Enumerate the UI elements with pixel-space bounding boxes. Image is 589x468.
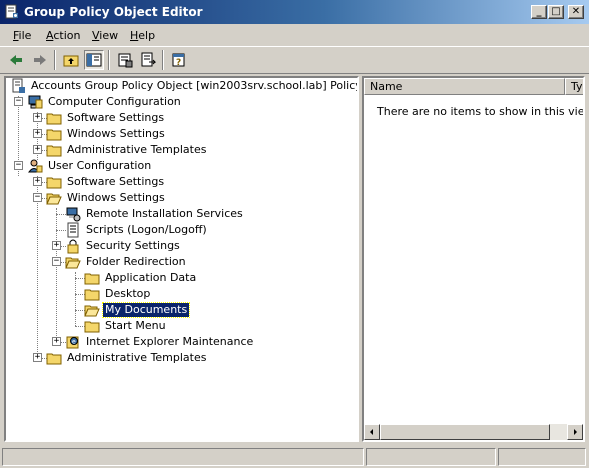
properties-icon bbox=[118, 53, 133, 68]
folder-icon bbox=[46, 129, 62, 141]
column-header-name[interactable]: Name bbox=[364, 78, 565, 95]
up-folder-icon bbox=[63, 55, 79, 67]
tree-internet-explorer-maintenance[interactable]: e Internet Explorer Maintenance bbox=[65, 334, 255, 350]
forward-button[interactable] bbox=[30, 50, 50, 70]
tree-uc-administrative-templates[interactable]: Administrative Templates bbox=[46, 350, 209, 366]
collapse-toggle[interactable]: − bbox=[33, 193, 42, 202]
tree-application-data[interactable]: Application Data bbox=[84, 270, 198, 286]
toolbar-separator bbox=[54, 50, 56, 70]
security-lock-icon bbox=[67, 239, 79, 254]
scroll-thumb[interactable] bbox=[380, 424, 550, 440]
export-list-button[interactable] bbox=[138, 50, 158, 70]
expand-toggle[interactable]: + bbox=[33, 113, 42, 122]
tree-remote-installation-services[interactable]: Remote Installation Services bbox=[65, 206, 245, 222]
tree-my-documents[interactable]: My Documents bbox=[84, 302, 191, 318]
folder-icon bbox=[84, 273, 100, 285]
tree-uc-windows-settings[interactable]: Windows Settings bbox=[46, 190, 167, 206]
collapse-toggle[interactable]: − bbox=[52, 257, 61, 266]
menu-action[interactable]: Action bbox=[46, 29, 80, 42]
column-header-type[interactable]: Ty bbox=[565, 78, 583, 95]
tree-cc-administrative-templates[interactable]: Administrative Templates bbox=[46, 142, 209, 158]
forward-arrow-icon bbox=[34, 55, 46, 65]
expand-toggle[interactable]: + bbox=[52, 337, 61, 346]
expand-toggle[interactable]: + bbox=[33, 129, 42, 138]
export-list-icon bbox=[141, 52, 156, 67]
arrow-right-icon bbox=[574, 429, 577, 435]
open-folder-icon bbox=[84, 305, 100, 317]
up-one-level-button[interactable] bbox=[61, 50, 81, 70]
policy-scroll-icon bbox=[12, 78, 25, 93]
tree-root-policy[interactable]: Accounts Group Policy Object [win2003srv… bbox=[10, 78, 357, 94]
folder-icon bbox=[84, 289, 100, 301]
gpo-editor-icon[interactable] bbox=[4, 4, 20, 20]
svg-text:e: e bbox=[72, 339, 76, 346]
menu-file[interactable]: File bbox=[13, 29, 31, 42]
console-tree[interactable]: − + + + − + − + − + + Accounts Group Pol… bbox=[4, 76, 359, 442]
folder-icon bbox=[46, 353, 62, 365]
tree-cc-windows-settings[interactable]: Windows Settings bbox=[46, 126, 167, 142]
tree-scripts-logon-logoff[interactable]: Scripts (Logon/Logoff) bbox=[65, 222, 209, 238]
folder-icon bbox=[46, 113, 62, 125]
tree-computer-configuration[interactable]: Computer Configuration bbox=[27, 94, 183, 110]
title-bar[interactable]: Group Policy Object Editor _ □ ✕ bbox=[0, 0, 589, 24]
tree-cc-software-settings[interactable]: Software Settings bbox=[46, 110, 166, 126]
show-hide-console-tree-button[interactable] bbox=[84, 50, 104, 70]
status-panel-3 bbox=[498, 448, 586, 466]
tree-folder-redirection[interactable]: Folder Redirection bbox=[65, 254, 188, 270]
expand-toggle[interactable]: + bbox=[33, 353, 42, 362]
open-folder-icon bbox=[46, 193, 62, 205]
horizontal-scrollbar[interactable] bbox=[364, 424, 583, 440]
svg-text:?: ? bbox=[176, 58, 181, 68]
expand-toggle[interactable]: + bbox=[33, 145, 42, 154]
tree-desktop[interactable]: Desktop bbox=[84, 286, 152, 302]
menu-bar: File Action View Help bbox=[0, 24, 589, 46]
menu-view[interactable]: View bbox=[92, 29, 118, 42]
script-icon bbox=[67, 222, 79, 238]
empty-list-message: There are no items to show in this view. bbox=[377, 105, 585, 118]
toolbar-separator bbox=[162, 50, 164, 70]
help-icon: ? bbox=[172, 53, 185, 68]
scroll-left-button[interactable] bbox=[364, 424, 380, 440]
remote-install-icon bbox=[66, 207, 81, 222]
folder-icon bbox=[46, 145, 62, 157]
help-button[interactable]: ? bbox=[169, 50, 189, 70]
collapse-toggle[interactable]: − bbox=[14, 97, 23, 106]
tree-start-menu[interactable]: Start Menu bbox=[84, 318, 168, 334]
window-title: Group Policy Object Editor bbox=[24, 5, 203, 19]
expand-toggle[interactable]: + bbox=[33, 177, 42, 186]
tree-security-settings[interactable]: Security Settings bbox=[65, 238, 182, 254]
ie-maintenance-icon: e bbox=[66, 336, 79, 349]
user-icon bbox=[28, 159, 43, 173]
expand-toggle[interactable]: + bbox=[52, 241, 61, 250]
status-panel-main bbox=[2, 448, 364, 466]
minimize-button[interactable]: _ bbox=[531, 5, 547, 19]
close-button[interactable]: ✕ bbox=[568, 5, 584, 19]
menu-help[interactable]: Help bbox=[130, 29, 155, 42]
collapse-toggle[interactable]: − bbox=[14, 161, 23, 170]
details-pane[interactable]: Name Ty There are no items to show in th… bbox=[362, 76, 585, 442]
status-panel-2 bbox=[366, 448, 496, 466]
back-button[interactable] bbox=[6, 50, 26, 70]
toolbar-separator bbox=[108, 50, 110, 70]
toolbar: ? bbox=[0, 46, 589, 74]
tree-uc-software-settings[interactable]: Software Settings bbox=[46, 174, 166, 190]
folder-icon bbox=[84, 321, 100, 333]
tree-user-configuration[interactable]: User Configuration bbox=[27, 158, 153, 174]
arrow-left-icon bbox=[370, 429, 373, 435]
maximize-button[interactable]: □ bbox=[548, 5, 564, 19]
properties-button[interactable] bbox=[115, 50, 135, 70]
back-arrow-icon bbox=[10, 55, 22, 65]
show-hide-tree-icon bbox=[86, 53, 102, 67]
computer-icon bbox=[28, 95, 43, 109]
open-folder-icon bbox=[65, 257, 81, 269]
folder-icon bbox=[46, 177, 62, 189]
selected-node-label: My Documents bbox=[101, 302, 191, 318]
status-bar bbox=[0, 446, 589, 468]
scroll-right-button[interactable] bbox=[567, 424, 583, 440]
